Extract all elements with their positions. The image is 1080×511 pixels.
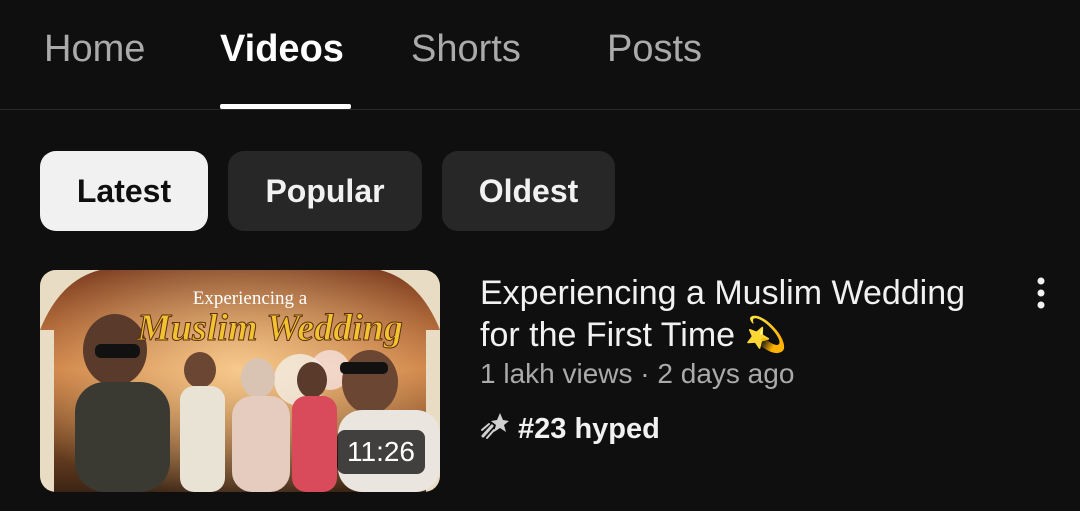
channel-tabs: Home Videos Shorts Posts [0,0,1080,110]
hype-label: #23 hyped [518,412,660,445]
hype-icon [480,410,510,448]
filter-chip-popular[interactable]: Popular [228,151,422,231]
video-age: 2 days ago [657,358,795,389]
active-tab-indicator [220,104,351,109]
tab-posts[interactable]: Posts [607,28,702,71]
tab-videos[interactable]: Videos [220,28,344,71]
tab-home[interactable]: Home [44,28,145,71]
video-thumbnail[interactable]: Experiencing a Muslim Wedding 11:26 [40,270,440,492]
video-metadata: 1 lakh views · 2 days ago [480,358,794,390]
metadata-separator: · [640,358,650,389]
video-views: 1 lakh views [480,358,633,389]
hype-badge: #23 hyped [480,410,660,448]
video-title[interactable]: Experiencing a Muslim Wedding for the Fi… [480,272,1010,356]
thumbnail-overlay-title: Muslim Wedding [136,307,403,349]
more-vert-icon[interactable] [1026,276,1056,312]
video-duration-badge: 11:26 [337,430,425,474]
filter-chip-latest[interactable]: Latest [40,151,208,231]
thumbnail-overlay-subtitle: Experiencing a [193,288,308,309]
tab-shorts[interactable]: Shorts [411,28,521,71]
filter-chip-oldest[interactable]: Oldest [442,151,615,231]
